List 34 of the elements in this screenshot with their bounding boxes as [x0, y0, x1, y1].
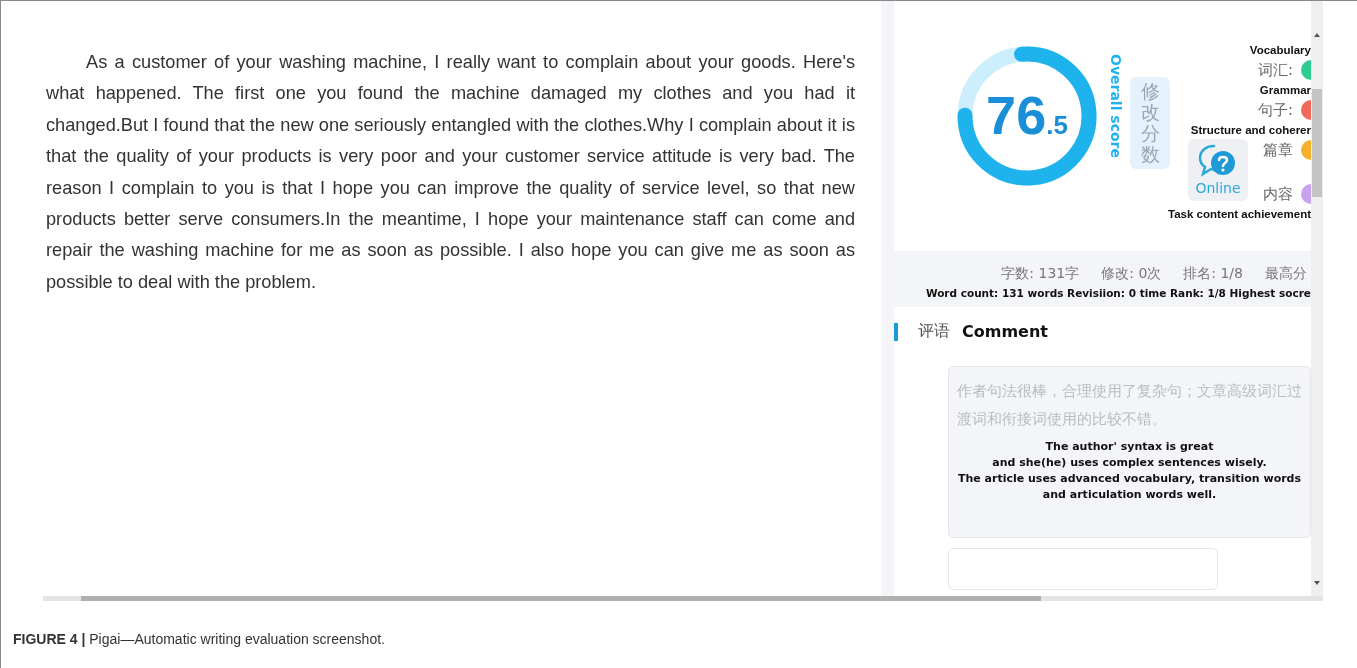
scrollbar-thumb[interactable] [81, 596, 1041, 601]
edit-score-button[interactable]: 修改分数 [1130, 77, 1170, 169]
horizontal-scrollbar[interactable] [43, 596, 1323, 601]
scroll-up-icon[interactable] [1314, 33, 1320, 37]
section-accent-bar [894, 322, 898, 341]
overall-score-label: Overall score [1108, 54, 1124, 158]
scroll-down-icon[interactable] [1314, 581, 1320, 585]
stats-translation: Word count: 131 words Revisiion: 0 time Rank: 1/8 Highest socre [924, 287, 1311, 299]
figure-caption: FIGURE 4 | Pigai—Automatic writing evaluation screenshot. [13, 631, 386, 647]
essay-text: As a customer of your washing machine, I really want to complain about your goods. Here's what happened. The first one you found the machine damaged my clothes and you had it changed.But I found that the new one seriously entangled with the clothes.Why I complain about it is that the quality of your products is very poor and your customer service attitude is very bad. The reason I complain to you is that I hope you can improve the quality of service level, so that new products better serve consumers.In the meantime, I hope your maintenance staff can come and repair the washing machine for me as soon as possible. I also hope you can give me as soon as possible to deal with the problem. [46, 51, 855, 294]
comment-input-box[interactable] [948, 548, 1218, 590]
dimension-label: Vocabulary [1249, 44, 1311, 56]
dimension-label: Grammar [1259, 84, 1311, 96]
stat-text: 字数: 131字 [1001, 265, 1080, 283]
comment-translation-line: The article uses advanced vocabulary, transition words [957, 471, 1302, 487]
dimension-label: Task content achievement [1168, 208, 1311, 220]
comment-translation-line: The author' syntax is great [1044, 439, 1215, 455]
stat-text: 最高分 [1265, 265, 1307, 283]
dimension-name: 篇章 [1263, 140, 1293, 160]
stat-text: 排名: 1/8 [1183, 265, 1243, 283]
dimension-label: Structure and coherer [1190, 124, 1311, 136]
dimension-name: 内容 [1263, 184, 1293, 204]
chat-help-icon [1198, 143, 1238, 179]
vertical-scrollbar[interactable] [1311, 1, 1323, 596]
scrollbar-thumb[interactable] [1312, 89, 1322, 197]
dimension-name: 句子: [1257, 100, 1293, 120]
comment-translation-line: and articulation words well. [1041, 487, 1218, 503]
comment-heading: 评语 [918, 321, 950, 342]
stat-text: 修改: 0次 [1101, 265, 1162, 283]
comment-heading-translation: Comment [962, 322, 1048, 341]
dimension-name: 词汇: [1257, 60, 1293, 80]
online-help-button[interactable]: Online [1188, 139, 1248, 201]
comment-translation-line: and she(he) uses complex sentences wisely. [991, 455, 1268, 471]
score-value: 76.5 [986, 86, 1068, 147]
